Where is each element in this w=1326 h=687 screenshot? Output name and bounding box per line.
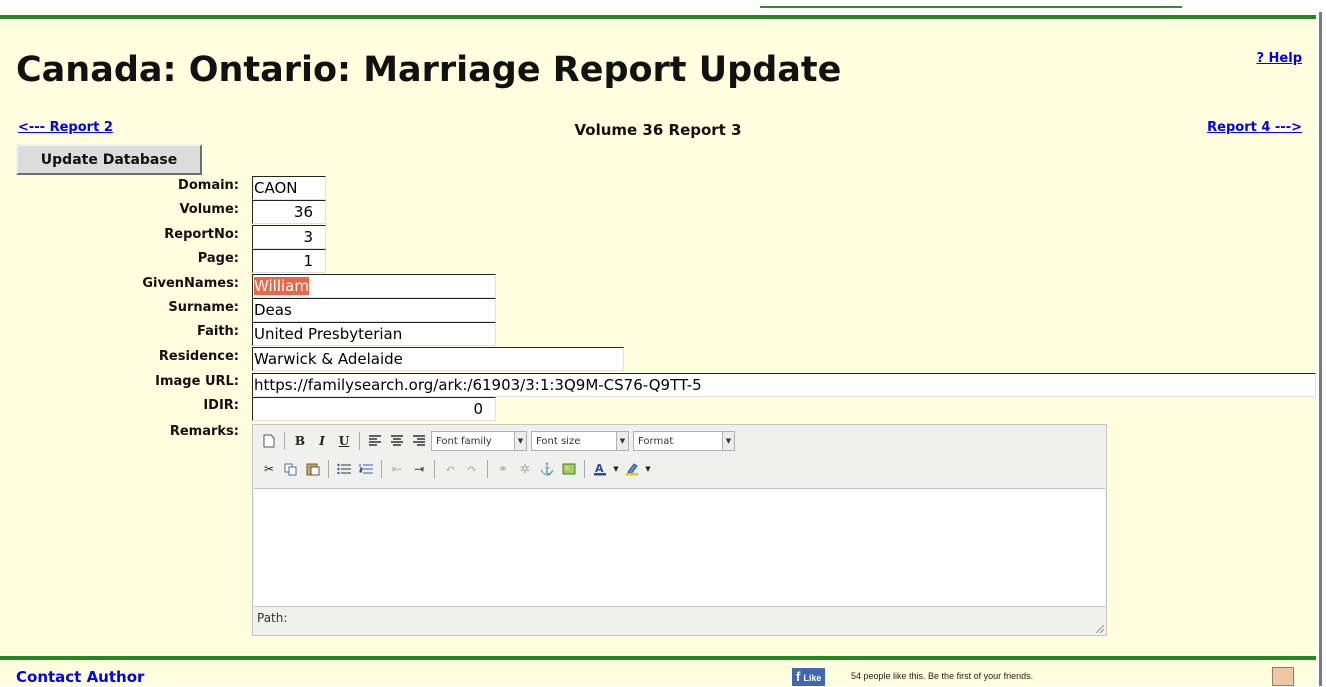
link-icon[interactable]: ⚭ [493,459,513,479]
editor-toolbar-row-1: B I U Font family ▼ Font size ▼ Format ▼ [259,428,739,454]
text-color-icon[interactable]: A [590,459,610,479]
new-document-icon[interactable] [259,431,279,451]
bold-icon[interactable]: B [290,431,310,451]
toolbar-separator [434,460,435,478]
facebook-like-button[interactable]: f Like [792,668,826,686]
highlight-color-icon[interactable] [622,459,642,479]
cut-icon[interactable]: ✂ [259,459,279,479]
remarks-editor: B I U Font family ▼ Font size ▼ Format ▼… [252,424,1107,636]
paste-icon[interactable] [303,459,323,479]
surname-field[interactable]: Deas [252,298,496,322]
volume-field[interactable]: 36 [252,200,326,224]
idir-label: IDIR: [203,398,239,413]
toolbar-separator [359,432,360,450]
font-size-select[interactable]: Font size ▼ [531,431,629,451]
window-scrollbar[interactable] [1316,0,1326,686]
numbered-list-icon[interactable] [356,459,376,479]
page-label: Page: [197,251,239,266]
chevron-down-icon[interactable]: ▼ [644,459,652,479]
toolbar-separator [381,460,382,478]
outdent-icon[interactable]: ⇤ [387,459,407,479]
resize-handle-icon[interactable] [1096,625,1104,633]
report-no-field[interactable]: 3 [252,225,326,249]
top-green-rule [0,15,1316,19]
copy-icon[interactable] [281,459,301,479]
facebook-like-label: Like [803,673,822,683]
surname-label: Surname: [168,300,239,315]
align-center-icon[interactable] [387,431,407,451]
editor-toolbar-row-2: ✂ ⇤ ⇥ ↶ ↷ ⚭ ✲ ⚓ A ▼ ▼ [259,456,654,482]
italic-icon[interactable]: I [312,431,332,451]
indent-icon[interactable]: ⇥ [409,459,429,479]
toolbar-separator [284,432,285,450]
align-left-icon[interactable] [365,431,385,451]
next-report-link[interactable]: Report 4 ---> [1207,120,1302,135]
toolbar-separator [487,460,488,478]
bottom-green-rule [0,656,1316,660]
image-url-label: Image URL: [155,374,239,389]
underline-icon[interactable]: U [334,431,354,451]
page-field[interactable]: 1 [252,249,326,273]
given-names-label: GivenNames: [142,276,239,291]
editor-path-bar: Path: [257,611,288,625]
corner-widget[interactable] [1272,667,1294,686]
chevron-down-icon: ▼ [722,432,734,450]
format-select[interactable]: Format ▼ [633,431,735,451]
residence-label: Residence: [158,349,239,364]
given-names-selected-text: William [254,277,309,295]
anchor-icon[interactable]: ⚓ [537,459,557,479]
residence-field[interactable]: Warwick & Adelaide [252,347,624,371]
remarks-label: Remarks: [169,424,239,439]
idir-field[interactable]: 0 [252,397,496,421]
chevron-down-icon[interactable]: ▼ [612,459,620,479]
page-title: Canada: Ontario: Marriage Report Update [16,50,842,90]
align-right-icon[interactable] [409,431,429,451]
facebook-icon: f [796,669,801,684]
image-url-field[interactable]: https://familysearch.org/ark:/61903/3:1:… [252,373,1316,397]
font-family-select-label: Font family [436,435,492,447]
redo-icon[interactable]: ↷ [462,459,482,479]
given-names-field[interactable]: William [252,274,496,298]
unlink-icon[interactable]: ✲ [515,459,535,479]
format-select-label: Format [638,435,674,447]
remarks-edit-area[interactable] [254,488,1105,607]
toolbar-separator [584,460,585,478]
bullet-list-icon[interactable] [334,459,354,479]
contact-author-link[interactable]: Contact Author [16,668,144,686]
faith-field[interactable]: United Presbyterian [252,322,496,346]
help-link[interactable]: ? Help [1256,51,1302,66]
volume-label: Volume: [179,202,239,217]
undo-icon[interactable]: ↶ [440,459,460,479]
top-accent-line [760,6,1182,8]
font-family-select[interactable]: Font family ▼ [431,431,527,451]
volume-report-heading: Volume 36 Report 3 [574,121,742,139]
font-size-select-label: Font size [536,435,581,447]
domain-label: Domain: [178,178,239,193]
faith-label: Faith: [196,324,239,339]
scrollbar-track[interactable] [1319,12,1322,686]
chevron-down-icon: ▼ [514,432,526,450]
update-database-button[interactable]: Update Database [16,144,202,175]
image-icon[interactable] [559,459,579,479]
facebook-like-count-text: 54 people like this. Be the first of you… [851,671,1034,681]
page-background: Canada: Ontario: Marriage Report Update … [0,0,1316,686]
report-no-label: ReportNo: [164,227,239,242]
domain-field[interactable]: CAON [252,176,326,200]
toolbar-separator [328,460,329,478]
chevron-down-icon: ▼ [616,432,628,450]
